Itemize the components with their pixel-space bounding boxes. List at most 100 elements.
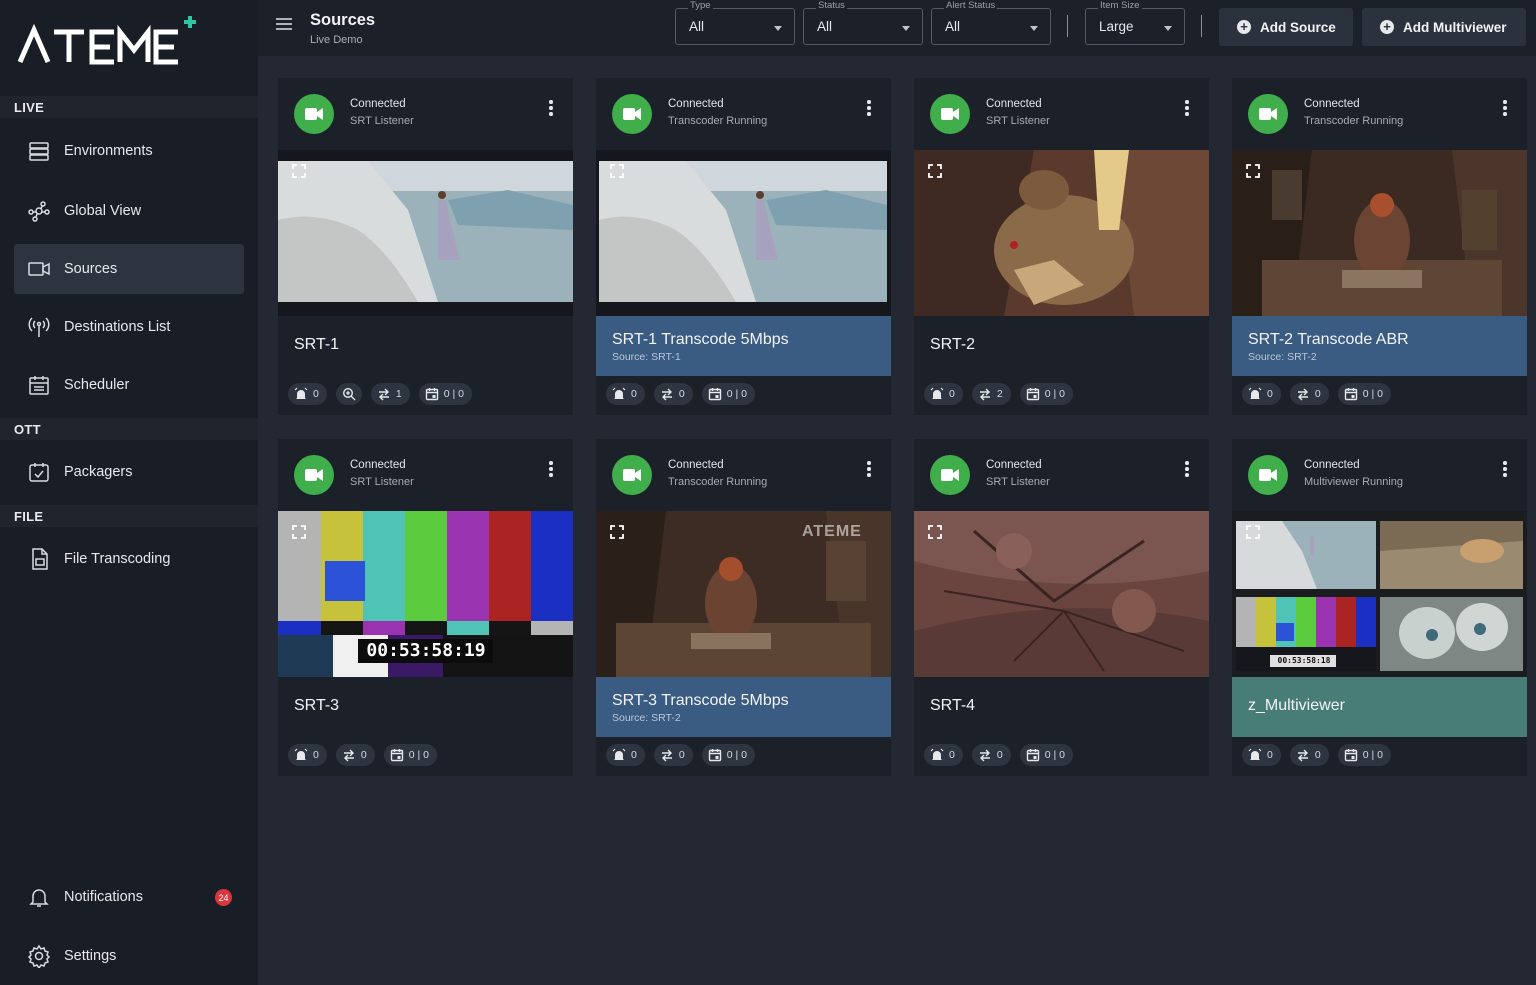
route-arrows-icon bbox=[660, 748, 674, 762]
source-card[interactable]: Connected SRT Listener SRT-1 0 1 0 | 0 bbox=[278, 78, 573, 415]
schedule-icon bbox=[390, 748, 404, 762]
alerts-pill[interactable]: 0 bbox=[1242, 744, 1281, 766]
sidebar-item-packagers[interactable]: Packagers bbox=[14, 447, 244, 497]
expand-icon[interactable] bbox=[292, 525, 306, 539]
add-source-button[interactable]: + Add Source bbox=[1219, 8, 1353, 46]
kebab-icon[interactable] bbox=[549, 461, 553, 477]
timecode-overlay: 00:53:58:18 bbox=[1277, 656, 1331, 665]
schedule-pill[interactable]: 0 | 0 bbox=[1337, 744, 1391, 766]
expand-icon[interactable] bbox=[292, 164, 306, 178]
routes-pill[interactable]: 0 bbox=[1289, 744, 1329, 766]
kebab-icon[interactable] bbox=[549, 100, 553, 116]
sidebar-item-destinations[interactable]: Destinations List bbox=[14, 302, 244, 352]
source-card[interactable]: Connected Multiviewer Running 00:53:58:1… bbox=[1232, 439, 1527, 776]
routes-pill[interactable]: 2 bbox=[971, 383, 1011, 405]
sidebar-item-global-view[interactable]: Global View bbox=[14, 186, 244, 236]
kebab-icon[interactable] bbox=[867, 100, 871, 116]
gear-icon bbox=[26, 943, 52, 969]
kebab-icon[interactable] bbox=[1185, 461, 1189, 477]
video-thumbnail[interactable] bbox=[1232, 150, 1527, 316]
add-multiviewer-button[interactable]: + Add Multiviewer bbox=[1362, 8, 1526, 46]
expand-icon[interactable] bbox=[1246, 164, 1260, 178]
type-filter[interactable]: Type All bbox=[675, 0, 795, 45]
video-thumbnail[interactable] bbox=[278, 150, 573, 316]
sidebar-item-scheduler[interactable]: Scheduler bbox=[14, 360, 244, 410]
analyze-pill[interactable] bbox=[335, 383, 362, 405]
alerts-pill[interactable]: 0 bbox=[606, 744, 645, 766]
source-card[interactable]: Connected SRT Listener 00:53:58:19 SRT-3… bbox=[278, 439, 573, 776]
schedule-pill[interactable]: 0 | 0 bbox=[1019, 744, 1073, 766]
alerts-count: 0 bbox=[631, 749, 637, 761]
alarm-icon bbox=[294, 387, 308, 401]
routes-pill[interactable]: 0 bbox=[653, 744, 693, 766]
sidebar-item-environments[interactable]: Environments bbox=[14, 126, 244, 176]
alert-status-filter[interactable]: Alert Status All bbox=[931, 0, 1051, 45]
routes-count: 0 bbox=[678, 388, 685, 400]
alerts-pill[interactable]: 0 bbox=[288, 383, 327, 405]
schedule-count: 0 | 0 bbox=[1362, 749, 1383, 761]
sidebar-item-label: Environments bbox=[64, 143, 153, 159]
source-card[interactable]: Connected SRT Listener SRT-2 0 2 0 | 0 bbox=[914, 78, 1209, 415]
route-arrows-icon bbox=[978, 748, 992, 762]
routes-pill[interactable]: 0 bbox=[335, 744, 375, 766]
sidebar-item-notifications[interactable]: Notifications 24 bbox=[14, 872, 244, 922]
source-card[interactable]: Connected SRT Listener SRT-4 0 0 0 | 0 bbox=[914, 439, 1209, 776]
source-card[interactable]: Connected Transcoder Running SRT-1 Trans… bbox=[596, 78, 891, 415]
card-name: SRT-3 Transcode 5Mbps bbox=[612, 692, 789, 709]
sidebar-item-settings[interactable]: Settings bbox=[14, 931, 244, 981]
schedule-pill[interactable]: 0 | 0 bbox=[701, 744, 755, 766]
kebab-icon[interactable] bbox=[1503, 461, 1507, 477]
routes-count: 0 bbox=[1314, 388, 1321, 400]
video-thumbnail[interactable]: ATEME bbox=[596, 511, 891, 677]
schedule-pill[interactable]: 0 | 0 bbox=[1019, 383, 1073, 405]
expand-icon[interactable] bbox=[610, 164, 624, 178]
video-thumbnail[interactable] bbox=[596, 150, 891, 316]
alerts-pill[interactable]: 0 bbox=[606, 383, 645, 405]
kebab-icon[interactable] bbox=[1503, 100, 1507, 116]
kebab-icon[interactable] bbox=[867, 461, 871, 477]
hamburger-icon[interactable] bbox=[276, 18, 292, 32]
schedule-pill[interactable]: 0 | 0 bbox=[418, 383, 472, 405]
divider bbox=[1201, 15, 1202, 37]
schedule-pill[interactable]: 0 | 0 bbox=[701, 383, 755, 405]
card-header: Connected Transcoder Running bbox=[1232, 78, 1527, 150]
card-status: Connected bbox=[1304, 98, 1360, 110]
alerts-pill[interactable]: 0 bbox=[1242, 383, 1281, 405]
expand-icon[interactable] bbox=[1246, 525, 1260, 539]
alerts-pill[interactable]: 0 bbox=[924, 744, 963, 766]
card-name: z_Multiviewer bbox=[1248, 697, 1345, 714]
schedule-pill[interactable]: 0 | 0 bbox=[1337, 383, 1391, 405]
alerts-pill[interactable]: 0 bbox=[924, 383, 963, 405]
routes-pill[interactable]: 0 bbox=[1289, 383, 1329, 405]
routes-pill[interactable]: 1 bbox=[370, 383, 410, 405]
sidebar-item-file-transcoding[interactable]: File Transcoding bbox=[14, 534, 244, 584]
source-card[interactable]: Connected Transcoder Running SRT-2 Trans… bbox=[1232, 78, 1527, 415]
video-thumbnail[interactable]: 00:53:58:18 bbox=[1232, 511, 1527, 677]
item-size-filter[interactable]: Item Size Large bbox=[1085, 0, 1185, 45]
section-live: LIVE bbox=[0, 96, 258, 118]
chevron-down-icon bbox=[902, 26, 910, 31]
page-subtitle: Live Demo bbox=[310, 34, 363, 46]
expand-icon[interactable] bbox=[610, 525, 624, 539]
status-filter[interactable]: Status All bbox=[803, 0, 923, 45]
schedule-count: 0 | 0 bbox=[726, 388, 747, 400]
server-icon bbox=[26, 138, 52, 164]
video-thumbnail[interactable] bbox=[914, 511, 1209, 677]
sidebar: LIVE Environments Global View Sources De… bbox=[0, 0, 258, 985]
sidebar-item-sources[interactable]: Sources bbox=[14, 244, 244, 294]
schedule-pill[interactable]: 0 | 0 bbox=[383, 744, 437, 766]
alerts-pill[interactable]: 0 bbox=[288, 744, 327, 766]
expand-icon[interactable] bbox=[928, 164, 942, 178]
expand-icon[interactable] bbox=[928, 525, 942, 539]
video-thumbnail[interactable]: 00:53:58:19 bbox=[278, 511, 573, 677]
video-camera-icon bbox=[612, 94, 652, 134]
kebab-icon[interactable] bbox=[1185, 100, 1189, 116]
source-card[interactable]: Connected Transcoder Running ATEME SRT-3… bbox=[596, 439, 891, 776]
video-thumbnail[interactable] bbox=[914, 150, 1209, 316]
routes-pill[interactable]: 0 bbox=[653, 383, 693, 405]
card-name: SRT-2 bbox=[930, 336, 976, 353]
schedule-icon bbox=[1026, 387, 1040, 401]
card-header: Connected Transcoder Running bbox=[596, 78, 891, 150]
routes-pill[interactable]: 0 bbox=[971, 744, 1011, 766]
divider bbox=[1067, 15, 1068, 37]
